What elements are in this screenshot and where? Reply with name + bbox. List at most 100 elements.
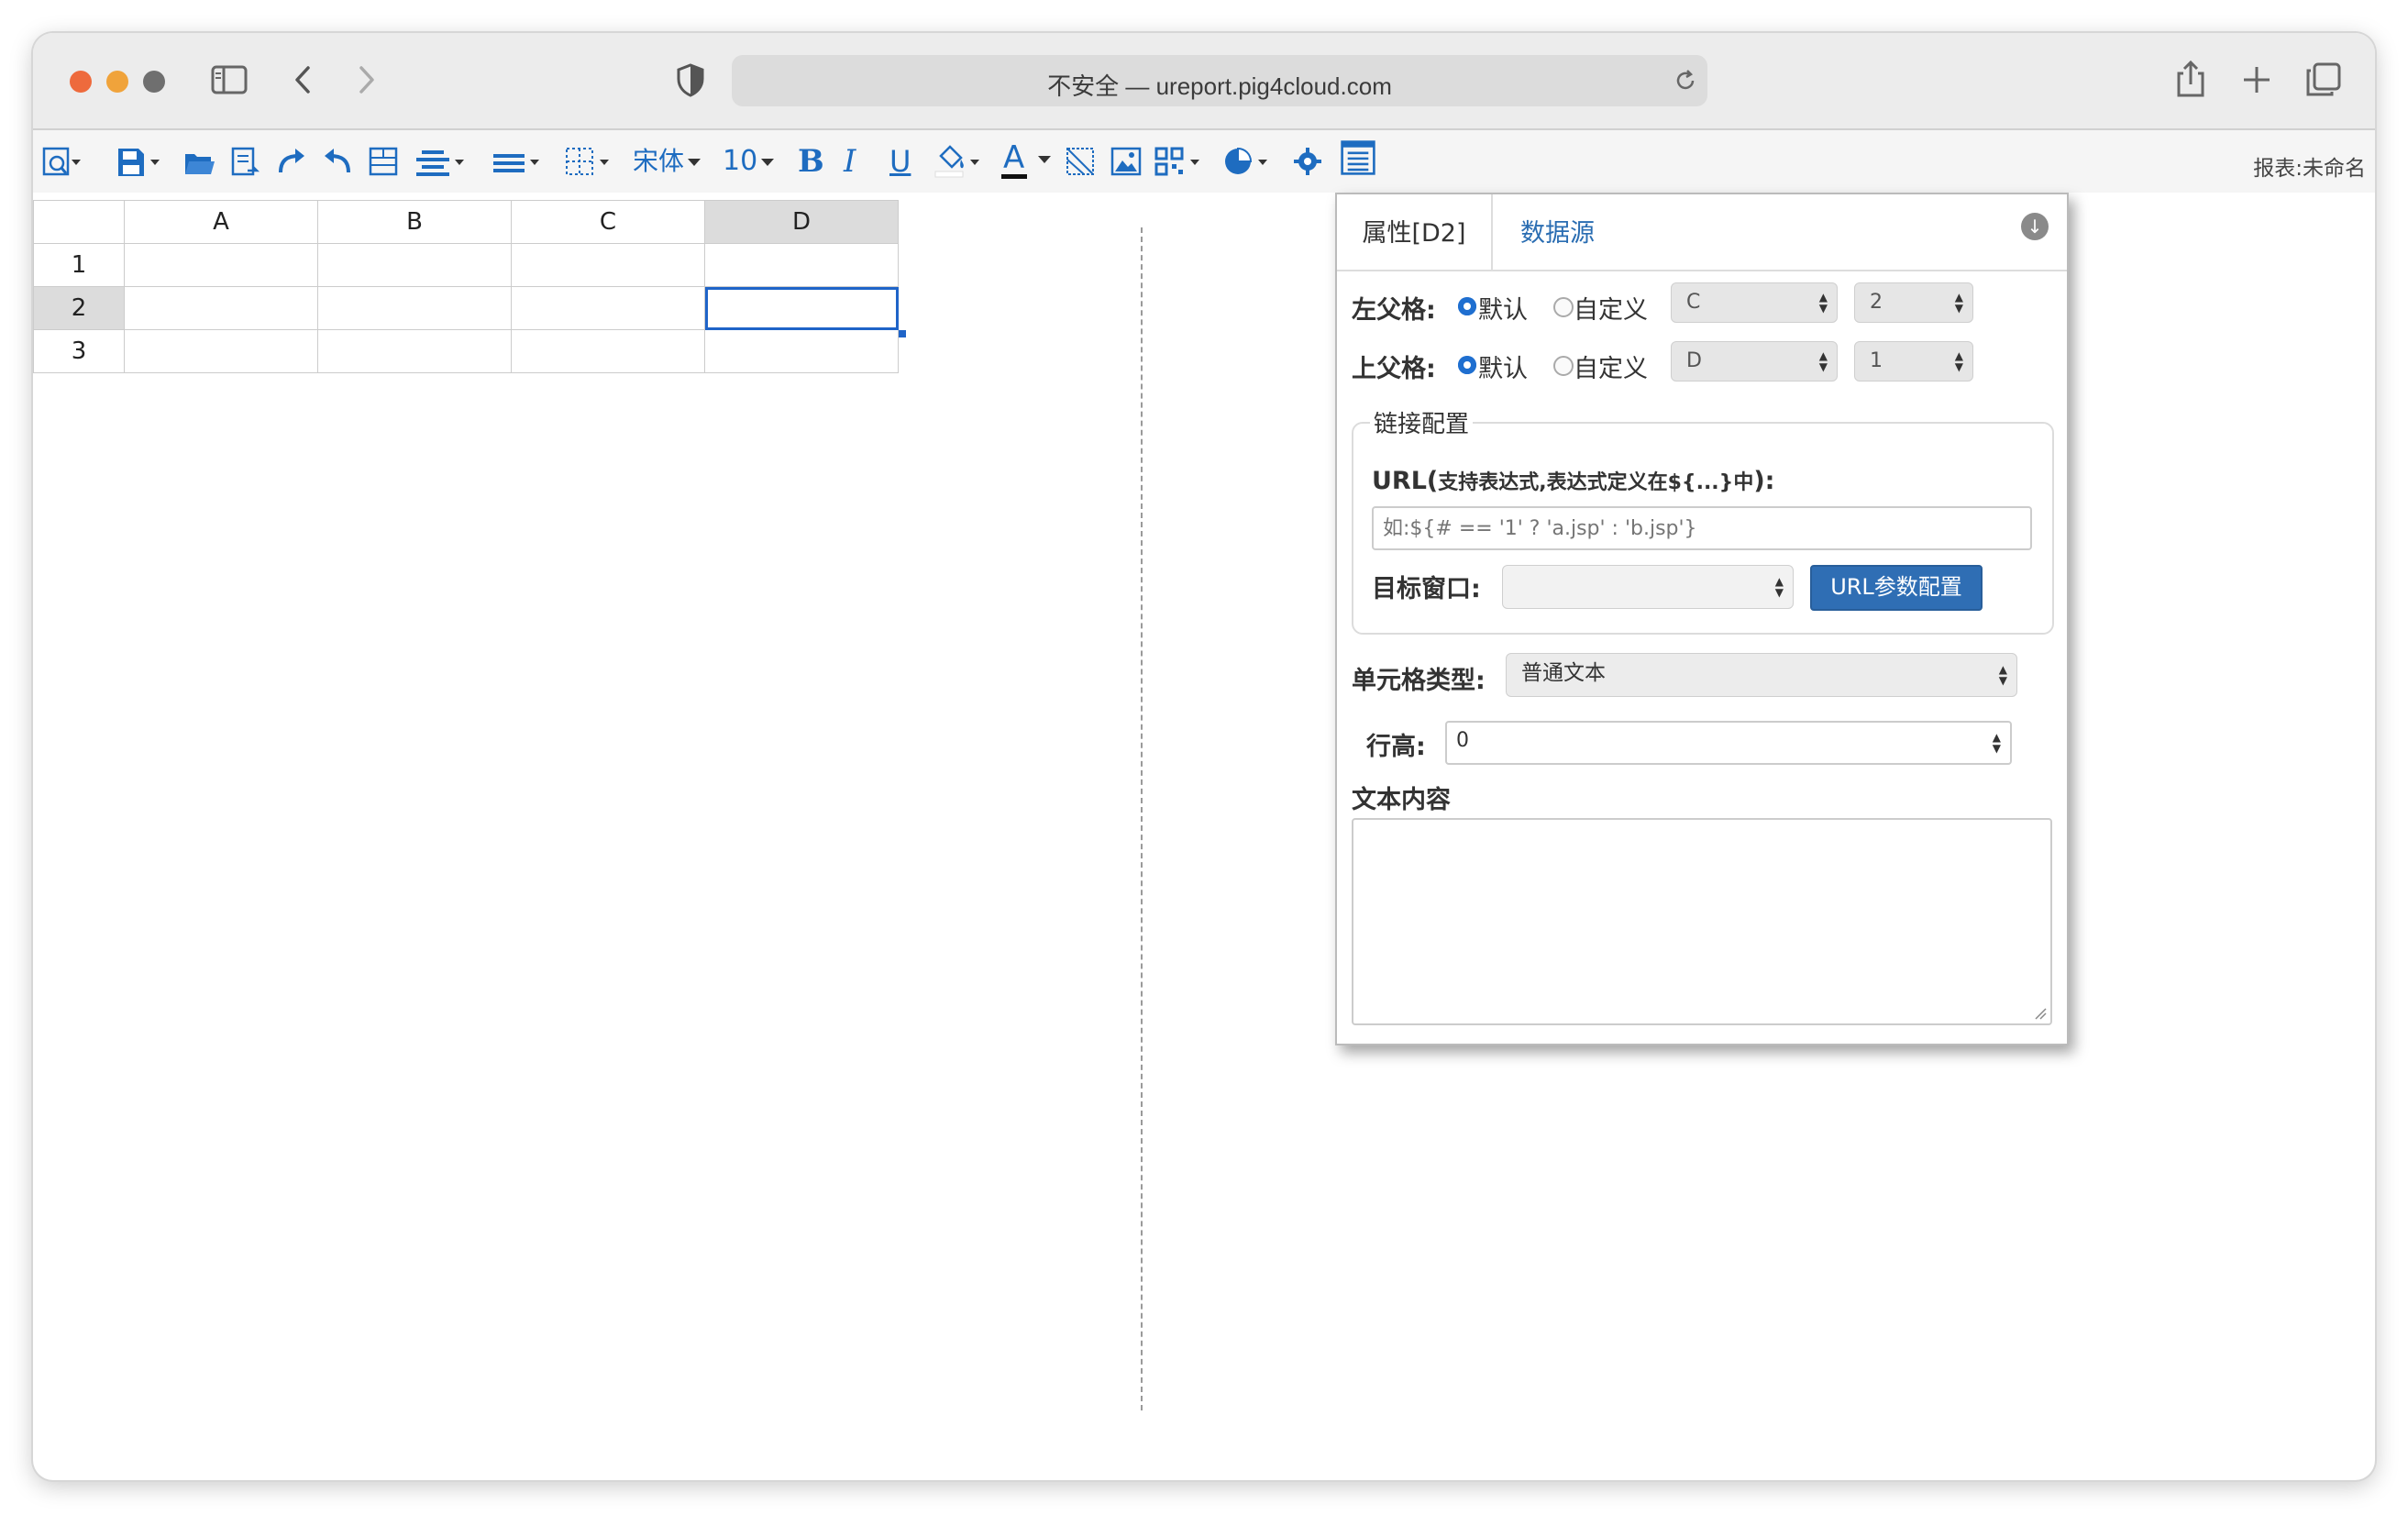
select-arrows-icon: ▲ ▼ bbox=[1954, 291, 1963, 315]
undo-icon[interactable] bbox=[321, 143, 354, 180]
text-content-textarea[interactable] bbox=[1352, 818, 2052, 1025]
font-size-select[interactable]: 10 bbox=[723, 143, 775, 180]
left-parent-row-select[interactable]: 2 ▲ ▼ bbox=[1854, 282, 1973, 323]
close-window-button[interactable] bbox=[70, 71, 92, 93]
cell-a2[interactable] bbox=[124, 286, 318, 330]
tab-datasource[interactable]: 数据源 bbox=[1520, 194, 1595, 270]
image-icon[interactable] bbox=[1110, 143, 1143, 180]
align-center-icon[interactable] bbox=[414, 143, 469, 180]
tab-overview-icon[interactable] bbox=[2305, 62, 2342, 97]
import-icon[interactable] bbox=[229, 143, 262, 180]
redo-icon[interactable] bbox=[275, 143, 308, 180]
cell-d1[interactable] bbox=[704, 243, 899, 287]
top-parent-row-value: 1 bbox=[1870, 349, 1883, 372]
sidebar-toggle-icon[interactable] bbox=[211, 64, 248, 95]
cell-b2[interactable] bbox=[317, 286, 512, 330]
font-size-value: 10 bbox=[723, 145, 758, 177]
row-height-input[interactable]: 0 ▲ ▼ bbox=[1445, 721, 2012, 765]
preview-icon[interactable] bbox=[42, 143, 83, 180]
left-parent-custom-label: 自定义 bbox=[1574, 296, 1648, 325]
merge-cells-icon[interactable] bbox=[367, 143, 400, 180]
chevron-down-icon bbox=[1038, 156, 1051, 163]
qrcode-icon[interactable] bbox=[1154, 143, 1209, 180]
border-icon[interactable] bbox=[563, 143, 618, 180]
cell-type-select[interactable]: 普通文本 ▲ ▼ bbox=[1506, 653, 2017, 697]
underline-button[interactable]: U bbox=[889, 143, 911, 180]
minimize-window-button[interactable] bbox=[106, 71, 128, 93]
forward-icon[interactable] bbox=[356, 64, 378, 95]
url-label-end: ): bbox=[1753, 467, 1775, 495]
top-parent-label: 上父格: bbox=[1352, 355, 1436, 383]
left-parent-custom-radio[interactable] bbox=[1553, 297, 1574, 317]
collapse-down-icon[interactable]: ↓ bbox=[2021, 213, 2049, 240]
address-bar[interactable]: 不安全 — ureport.pig4cloud.com bbox=[732, 55, 1707, 106]
new-tab-icon[interactable] bbox=[2241, 64, 2272, 95]
privacy-shield-icon[interactable] bbox=[675, 62, 706, 97]
font-color-button[interactable]: A bbox=[1000, 139, 1055, 180]
cell-c3[interactable] bbox=[511, 329, 705, 373]
cell-a1[interactable] bbox=[124, 243, 318, 287]
bold-button[interactable]: B bbox=[798, 143, 824, 180]
left-parent-default-label: 默认 bbox=[1478, 296, 1528, 325]
column-header-d[interactable]: D bbox=[704, 200, 899, 244]
url-params-button[interactable]: URL参数配置 bbox=[1810, 565, 1983, 611]
top-parent-default-radio[interactable] bbox=[1458, 356, 1476, 374]
fill-handle[interactable] bbox=[899, 330, 906, 337]
cell-c2[interactable] bbox=[511, 286, 705, 330]
row-header-3[interactable]: 3 bbox=[33, 329, 125, 373]
select-arrows-icon: ▲ ▼ bbox=[1818, 291, 1828, 315]
share-icon[interactable] bbox=[2175, 59, 2206, 99]
cell-b1[interactable] bbox=[317, 243, 512, 287]
cell-d2-selected[interactable] bbox=[704, 286, 899, 330]
browser-window: 不安全 — ureport.pig4cloud.com 宋体 10 B I U … bbox=[33, 33, 2375, 1480]
chart-icon[interactable] bbox=[1221, 143, 1276, 180]
column-header-a[interactable]: A bbox=[124, 200, 318, 244]
vertical-align-icon[interactable] bbox=[492, 143, 547, 180]
top-parent-custom-radio[interactable] bbox=[1553, 356, 1574, 376]
left-parent-label: 左父格: bbox=[1352, 296, 1436, 325]
tab-properties[interactable]: 属性[D2] bbox=[1337, 194, 1493, 270]
left-parent-row-value: 2 bbox=[1870, 291, 1883, 314]
fill-color-icon[interactable] bbox=[933, 143, 989, 180]
cell-type-label: 单元格类型: bbox=[1352, 667, 1486, 695]
column-header-row: A B C D bbox=[33, 200, 899, 244]
corner-cell[interactable] bbox=[33, 200, 125, 244]
row-height-label: 行高: bbox=[1366, 733, 1426, 761]
designer-toolbar: 宋体 10 B I U A 报表:未命名 bbox=[33, 130, 2375, 193]
slash-cell-icon[interactable] bbox=[1064, 143, 1097, 180]
top-parent-column-select[interactable]: D ▲ ▼ bbox=[1671, 341, 1838, 382]
column-header-c[interactable]: C bbox=[511, 200, 705, 244]
reload-icon[interactable] bbox=[1673, 68, 1698, 94]
left-parent-default-radio[interactable] bbox=[1458, 297, 1476, 315]
select-arrows-icon: ▲ ▼ bbox=[1954, 349, 1963, 373]
back-icon[interactable] bbox=[292, 64, 314, 95]
resize-handle-icon[interactable] bbox=[2034, 1007, 2047, 1020]
property-panel-icon[interactable] bbox=[1337, 139, 1379, 176]
url-input[interactable] bbox=[1372, 506, 2032, 550]
left-parent-column-select[interactable]: C ▲ ▼ bbox=[1671, 282, 1838, 323]
select-arrows-icon: ▲ ▼ bbox=[1818, 349, 1828, 373]
cell-b3[interactable] bbox=[317, 329, 512, 373]
cell-a3[interactable] bbox=[124, 329, 318, 373]
save-icon[interactable] bbox=[116, 143, 161, 180]
open-folder-icon[interactable] bbox=[183, 143, 216, 180]
page-boundary-line bbox=[1141, 227, 1143, 1410]
link-config-legend: 链接配置 bbox=[1370, 405, 1474, 439]
select-arrows-icon: ▲ ▼ bbox=[1774, 575, 1784, 599]
cell-c1[interactable] bbox=[511, 243, 705, 287]
zoom-window-button[interactable] bbox=[143, 71, 165, 93]
top-parent-row-select[interactable]: 1 ▲ ▼ bbox=[1854, 341, 1973, 382]
column-header-b[interactable]: B bbox=[317, 200, 512, 244]
cell-d3[interactable] bbox=[704, 329, 899, 373]
row-header-2[interactable]: 2 bbox=[33, 286, 125, 330]
panel-tabs: 属性[D2] 数据源 ↓ bbox=[1337, 194, 2067, 271]
font-family-select[interactable]: 宋体 bbox=[633, 143, 701, 180]
row-header-1[interactable]: 1 bbox=[33, 243, 125, 287]
report-name: 报表:未命名 bbox=[2253, 157, 2366, 181]
target-window-select[interactable]: ▲ ▼ bbox=[1502, 565, 1794, 609]
number-stepper-icon[interactable]: ▲ ▼ bbox=[1993, 732, 2001, 754]
italic-button[interactable]: I bbox=[844, 143, 856, 180]
settings-gear-icon[interactable] bbox=[1291, 143, 1324, 180]
chevron-down-icon bbox=[688, 159, 701, 166]
font-family-value: 宋体 bbox=[633, 146, 685, 176]
